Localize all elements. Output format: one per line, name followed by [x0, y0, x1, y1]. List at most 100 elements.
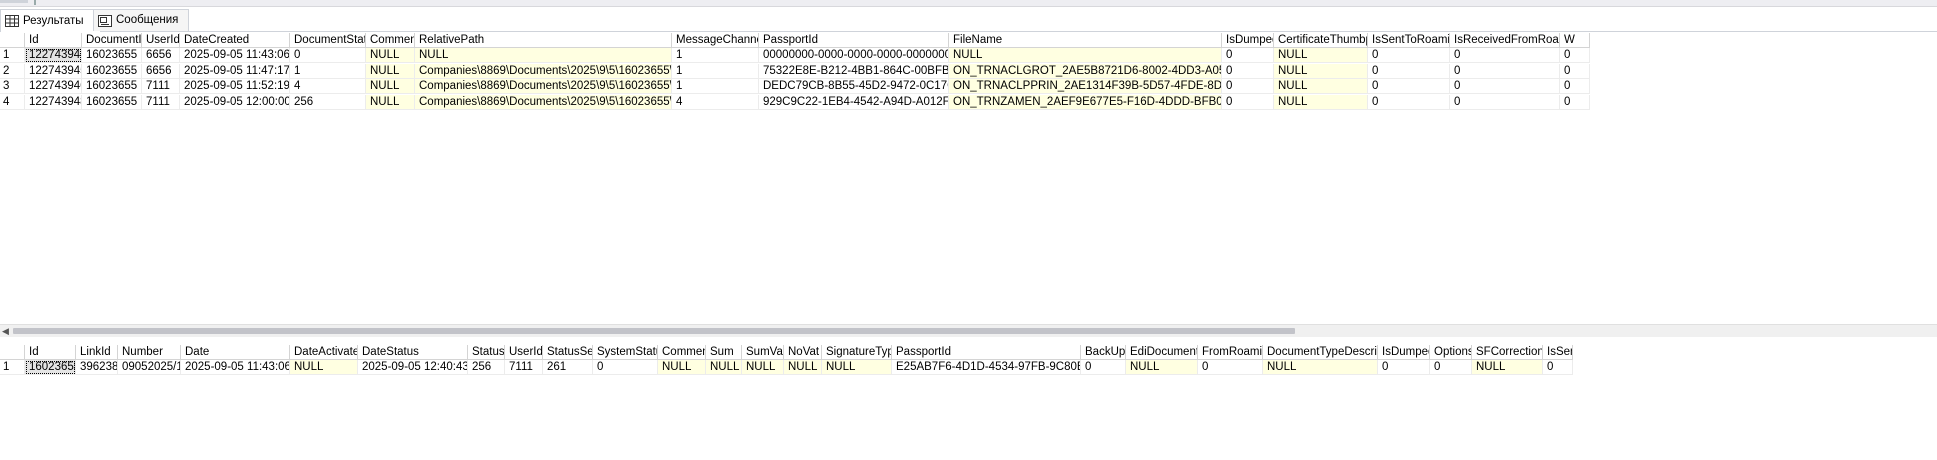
column-header[interactable]: Sum	[706, 345, 742, 360]
table-cell[interactable]: DEDC79CB-8B55-45D2-9472-0C17C7093E5A	[759, 79, 949, 94]
row-number-cell[interactable]: 3	[0, 79, 25, 94]
table-cell[interactable]: NULL	[1126, 360, 1198, 375]
column-header[interactable]: BackUp	[1081, 345, 1126, 360]
horizontal-scrollbar[interactable]: ◀	[0, 324, 1937, 337]
table-cell[interactable]: NULL	[366, 94, 415, 110]
table-cell[interactable]: 7111	[142, 79, 180, 94]
table-cell[interactable]: 0	[1222, 94, 1274, 110]
column-header[interactable]: DocumentId	[82, 33, 142, 48]
column-header[interactable]: DocumentTypeDescription	[1263, 345, 1378, 360]
row-number-header[interactable]	[0, 345, 25, 360]
table-cell[interactable]: Companies\8869\Documents\2025\9\5\160236…	[415, 79, 672, 94]
table-cell[interactable]: 1	[290, 63, 366, 79]
table-cell[interactable]: 0	[1222, 79, 1274, 94]
table-cell[interactable]: 0	[1560, 63, 1590, 79]
table-cell[interactable]: 4	[290, 79, 366, 94]
column-header[interactable]: SumVat	[742, 345, 784, 360]
table-cell[interactable]: 4	[672, 94, 759, 110]
table-cell[interactable]: NULL	[658, 360, 706, 375]
column-header[interactable]: SystemStatus	[593, 345, 658, 360]
table-cell[interactable]: 2025-09-05 12:40:43.413	[358, 360, 468, 375]
table-cell[interactable]: 0	[1368, 79, 1450, 94]
table-cell[interactable]: 2025-09-05 12:00:00.000	[180, 94, 290, 110]
table-cell[interactable]: NULL	[415, 48, 672, 63]
column-header[interactable]: Id	[25, 345, 76, 360]
tab-messages[interactable]: Сообщения	[93, 9, 189, 31]
column-header[interactable]: IsSent	[1543, 345, 1573, 360]
table-cell[interactable]: NULL	[366, 79, 415, 94]
column-header[interactable]: UserId	[505, 345, 543, 360]
table-cell[interactable]: 122743944	[25, 48, 82, 63]
table-cell[interactable]: 0	[1450, 63, 1560, 79]
table-cell[interactable]: 0	[1368, 94, 1450, 110]
column-header[interactable]: UserId	[142, 33, 180, 48]
table-cell[interactable]: NULL	[366, 48, 415, 63]
column-header[interactable]: IsReceivedFromRoaming	[1450, 33, 1560, 48]
table-cell[interactable]: 0	[1430, 360, 1472, 375]
column-header[interactable]: Date	[181, 345, 290, 360]
table-cell[interactable]: 16023655	[82, 79, 142, 94]
table-cell[interactable]: NULL	[949, 48, 1222, 63]
table-cell[interactable]: 09052025/1	[118, 360, 181, 375]
table-cell[interactable]: 0	[1222, 48, 1274, 63]
table-cell[interactable]: NULL	[1263, 360, 1378, 375]
table-cell[interactable]: 0	[1560, 94, 1590, 110]
column-header[interactable]: LinkId	[76, 345, 118, 360]
column-header[interactable]: Comment	[658, 345, 706, 360]
table-cell[interactable]: 1	[672, 63, 759, 79]
table-cell[interactable]: 6656	[142, 63, 180, 79]
column-header[interactable]: Comment	[366, 33, 415, 48]
table-cell[interactable]: 122743948	[25, 94, 82, 110]
table-cell[interactable]: 0	[1560, 79, 1590, 94]
table-cell[interactable]: 256	[468, 360, 505, 375]
table-cell[interactable]: 16023655	[25, 360, 76, 375]
column-header[interactable]: PassportId	[892, 345, 1081, 360]
table-cell[interactable]: 261	[543, 360, 593, 375]
table-cell[interactable]: 0	[290, 48, 366, 63]
table-cell[interactable]: 122743945	[25, 63, 82, 79]
column-header[interactable]: PassportId	[759, 33, 949, 48]
column-header[interactable]: W	[1560, 33, 1590, 48]
table-cell[interactable]: NULL	[706, 360, 742, 375]
row-number-cell[interactable]: 2	[0, 63, 25, 79]
table-cell[interactable]: 0	[1222, 63, 1274, 79]
table-cell[interactable]: 7111	[505, 360, 543, 375]
column-header[interactable]: Number	[118, 345, 181, 360]
tab-results[interactable]: Результаты	[0, 9, 101, 32]
row-number-cell[interactable]: 1	[0, 360, 25, 375]
scrollbar-thumb[interactable]	[13, 328, 1295, 334]
table-cell[interactable]: NULL	[1274, 48, 1368, 63]
table-cell[interactable]: 396238	[76, 360, 118, 375]
table-cell[interactable]: 00000000-0000-0000-0000-000000000000	[759, 48, 949, 63]
column-header[interactable]: DateActivated	[290, 345, 358, 360]
column-header[interactable]: Options	[1430, 345, 1472, 360]
table-cell[interactable]: 0	[1378, 360, 1430, 375]
column-header[interactable]: DateCreated	[180, 33, 290, 48]
column-header[interactable]: FileName	[949, 33, 1222, 48]
table-cell[interactable]: 1	[672, 79, 759, 94]
table-cell[interactable]: 6656	[142, 48, 180, 63]
column-header[interactable]: StatusSet	[543, 345, 593, 360]
row-number-header[interactable]	[0, 33, 25, 48]
table-cell[interactable]: Companies\8869\Documents\2025\9\5\160236…	[415, 63, 672, 79]
column-header[interactable]: DocumentStatus	[290, 33, 366, 48]
table-cell[interactable]: 75322E8E-B212-4BB1-864C-00BFB0DA745B	[759, 63, 949, 79]
table-cell[interactable]: 2025-09-05 11:52:19.000	[180, 79, 290, 94]
table-cell[interactable]: ON_TRNZAMEN_2AEF9E677E5-F16D-4DDD-BFB0-B…	[949, 94, 1222, 110]
column-header[interactable]: RelativePath	[415, 33, 672, 48]
table-cell[interactable]: E25AB7F6-4D1D-4534-97FB-9C80BD7CA18A	[892, 360, 1081, 375]
table-cell[interactable]: 0	[1368, 48, 1450, 63]
table-cell[interactable]: 0	[1543, 360, 1573, 375]
table-cell[interactable]: 122743946	[25, 79, 82, 94]
table-cell[interactable]: 0	[1368, 63, 1450, 79]
table-cell[interactable]: 0	[1450, 94, 1560, 110]
table-cell[interactable]: NULL	[290, 360, 358, 375]
table-cell[interactable]: 0	[1450, 48, 1560, 63]
table-cell[interactable]: ON_TRNACLPPRIN_2AE1314F39B-5D57-4FDE-8D9…	[949, 79, 1222, 94]
table-cell[interactable]: NULL	[1274, 79, 1368, 94]
table-cell[interactable]: 0	[593, 360, 658, 375]
column-header[interactable]: IsDumped	[1222, 33, 1274, 48]
table-cell[interactable]: 16023655	[82, 94, 142, 110]
table-cell[interactable]: 1	[672, 48, 759, 63]
table-cell[interactable]: 16023655	[82, 63, 142, 79]
